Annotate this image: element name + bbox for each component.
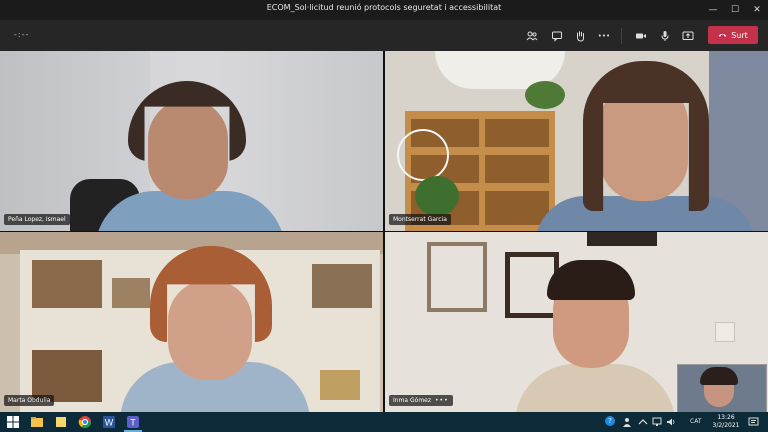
chat-button[interactable] [547, 26, 567, 46]
teams-icon[interactable]: T [126, 415, 140, 429]
picture-frame [427, 242, 487, 312]
file-explorer-icon[interactable] [30, 415, 44, 429]
hand-icon [577, 31, 584, 42]
language-indicator[interactable]: CAT [690, 412, 702, 432]
books [112, 278, 150, 308]
video-tile-1[interactable]: Peña Lopez, Ismael [0, 51, 383, 231]
participant-name: Inma Gómez ••• [389, 395, 453, 406]
toolbar-separator [621, 28, 622, 44]
participants-button[interactable] [522, 26, 542, 46]
phone-hangup-icon [718, 33, 727, 37]
self-view[interactable] [677, 364, 767, 412]
sticky-notes-icon[interactable] [54, 415, 68, 429]
camera-button[interactable] [631, 26, 651, 46]
participant-name: Peña Lopez, Ismael [4, 214, 70, 225]
system-clock[interactable]: 13:26 3/2/2021 [712, 414, 740, 430]
video-grid: Peña Lopez, Ismael Montserrat Garcia Mar… [0, 51, 768, 412]
person-shirt [515, 364, 675, 412]
participant-more-icon[interactable]: ••• [435, 397, 449, 404]
plant [525, 81, 565, 109]
books [32, 260, 102, 308]
title-bar: ECOM_Sol·licitud reunió protocols segure… [0, 0, 768, 20]
notifications-icon[interactable] [748, 417, 759, 427]
participant-name: Marta Obdulia [4, 395, 55, 406]
more-actions-button[interactable]: ••• [594, 26, 614, 46]
people-icon[interactable] [622, 417, 632, 427]
plant [415, 176, 459, 216]
leave-label: Surt [731, 30, 748, 40]
light-switch [715, 322, 735, 342]
books [320, 370, 360, 400]
svg-text:T: T [130, 418, 136, 428]
video-tile-2[interactable]: Montserrat Garcia [385, 51, 768, 231]
share-screen-icon [682, 31, 694, 40]
clock-date: 3/2/2021 [712, 422, 740, 429]
participant-name: Montserrat Garcia [389, 214, 451, 225]
person-shirt [535, 196, 755, 231]
person-hair [547, 260, 635, 300]
self-view-hair [700, 367, 738, 385]
video-tile-3[interactable]: Marta Obdulia [0, 232, 383, 412]
network-icon[interactable] [652, 417, 662, 427]
window-title: ECOM_Sol·licitud reunió protocols segure… [266, 3, 502, 12]
highlight-circle [397, 129, 449, 181]
taskbar: W T ? CAT 13:26 3/2/2021 [0, 412, 768, 432]
svg-text:W: W [105, 418, 114, 428]
chat-icon [552, 31, 562, 42]
microphone-icon [661, 31, 669, 41]
volume-icon[interactable] [666, 417, 676, 427]
minimize-icon[interactable]: — [702, 0, 724, 20]
picture-frame [587, 232, 657, 246]
shelf-divider [479, 111, 485, 231]
chrome-icon[interactable] [78, 415, 92, 429]
person-face [168, 280, 252, 380]
participant-name-text: Inma Gómez [393, 397, 432, 404]
clock-time: 13:26 [717, 414, 735, 421]
person-face [148, 99, 228, 199]
help-icon[interactable]: ? [604, 412, 616, 432]
maximize-icon[interactable]: ☐ [724, 0, 746, 20]
word-icon[interactable]: W [102, 415, 116, 429]
share-screen-button[interactable] [678, 26, 698, 46]
leave-button[interactable]: Surt [708, 26, 758, 44]
people-icon [526, 31, 538, 41]
books [312, 264, 372, 308]
chevron-up-icon[interactable] [638, 418, 648, 426]
meeting-toolbar: -:-- ••• [0, 20, 768, 51]
meeting-timer: -:-- [14, 30, 30, 39]
close-icon[interactable]: ✕ [746, 0, 768, 20]
microphone-button[interactable] [655, 26, 675, 46]
raise-hand-button[interactable] [570, 26, 590, 46]
windows-start-icon[interactable] [6, 415, 20, 429]
video-tile-4[interactable]: Inma Gómez ••• [385, 232, 768, 412]
camera-icon [636, 33, 646, 39]
